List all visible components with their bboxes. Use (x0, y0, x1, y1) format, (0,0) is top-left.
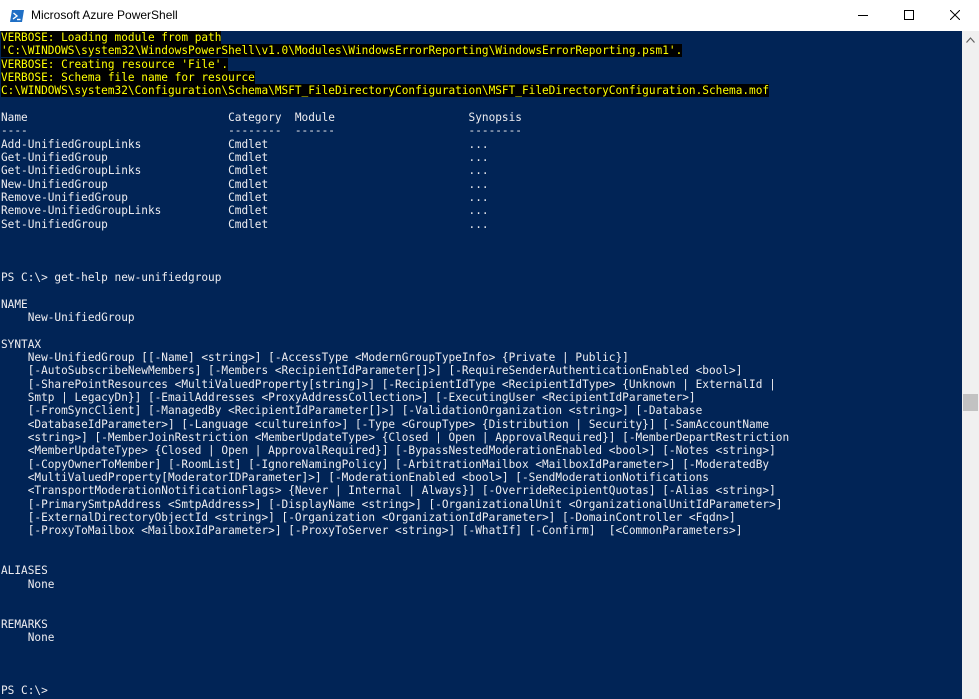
table-row: Set-UnifiedGroup Cmdlet ... (1, 218, 489, 231)
chevron-up-icon[interactable] (966, 37, 975, 43)
aliases-heading: ALIASES (1, 564, 48, 577)
powershell-window: Microsoft Azure PowerShell VERBOSE: Load… (0, 0, 979, 699)
aliases-value: None (1, 578, 55, 591)
minimize-icon (858, 15, 868, 16)
table-row: Remove-UnifiedGroup Cmdlet ... (1, 191, 489, 204)
minimize-button[interactable] (840, 0, 886, 30)
remarks-heading: REMARKS (1, 618, 48, 631)
syntax-line: <MemberUpdateType> {Closed | Open | Appr… (1, 444, 776, 457)
powershell-icon (9, 8, 25, 24)
table-row: Get-UnifiedGroup Cmdlet ... (1, 151, 489, 164)
syntax-line: Smtp | LegacyDn}] [-EmailAddresses <Prox… (1, 391, 696, 404)
syntax-line: <MultiValuedProperty[ModeratorIDParamete… (1, 471, 709, 484)
syntax-line: <TransportModerationNotificationFlags> {… (1, 484, 776, 497)
verbose-line: 'C:\WINDOWS\system32\WindowsPowerShell\v… (1, 44, 683, 57)
name-heading: NAME (1, 298, 28, 311)
scrollbar-thumb[interactable] (963, 394, 978, 411)
verbose-line: VERBOSE: Schema file name for resource (1, 71, 255, 84)
close-button[interactable] (932, 0, 978, 30)
vertical-scrollbar[interactable] (962, 31, 979, 699)
verbose-line: VERBOSE: Creating resource 'File'. (1, 58, 229, 71)
syntax-heading: SYNTAX (1, 338, 42, 351)
verbose-line: C:\WINDOWS\system32\Configuration\Schema… (1, 84, 770, 97)
syntax-line: [-SharePointResources <MultiValuedProper… (1, 378, 776, 391)
table-row: Add-UnifiedGroupLinks Cmdlet ... (1, 138, 489, 151)
syntax-line: [-ProxyToMailbox <MailboxIdParameter>] [… (1, 524, 743, 537)
table-row: Get-UnifiedGroupLinks Cmdlet ... (1, 164, 489, 177)
syntax-line: New-UnifiedGroup [[-Name] <string>] [-Ac… (1, 351, 629, 364)
command-prompt[interactable]: PS C:\> (1, 684, 48, 697)
remarks-value: None (1, 631, 55, 644)
name-value: New-UnifiedGroup (1, 311, 135, 324)
prompt-command: PS C:\> get-help new-unifiedgroup (1, 271, 222, 284)
close-icon (950, 10, 960, 20)
syntax-line: [-PrimarySmtpAddress <SmtpAddress>] [-Di… (1, 498, 783, 511)
maximize-button[interactable] (886, 0, 932, 30)
syntax-line: [-FromSyncClient] [-ManagedBy <Recipient… (1, 404, 703, 417)
table-header: Name Category Module Synopsis (1, 111, 522, 124)
table-row: New-UnifiedGroup Cmdlet ... (1, 178, 489, 191)
syntax-line: [-AutoSubscribeNewMembers] [-Members <Re… (1, 364, 743, 377)
console-output[interactable]: VERBOSE: Loading module from path 'C:\WI… (0, 31, 962, 699)
syntax-line: <DatabaseIdParameter>] [-Language <cultu… (1, 418, 770, 431)
verbose-line: VERBOSE: Loading module from path (1, 31, 222, 44)
syntax-line: [-CopyOwnerToMember] [-RoomList] [-Ignor… (1, 458, 770, 471)
table-rule: ---- -------- ------ -------- (1, 124, 522, 137)
syntax-line: [-ExternalDirectoryObjectId <string>] [-… (1, 511, 736, 524)
table-row: Remove-UnifiedGroupLinks Cmdlet ... (1, 204, 489, 217)
syntax-line: <string>] [-MemberJoinRestriction <Membe… (1, 431, 790, 444)
title-bar[interactable]: Microsoft Azure PowerShell (0, 0, 979, 31)
maximize-icon (904, 10, 914, 20)
window-title: Microsoft Azure PowerShell (31, 8, 178, 22)
